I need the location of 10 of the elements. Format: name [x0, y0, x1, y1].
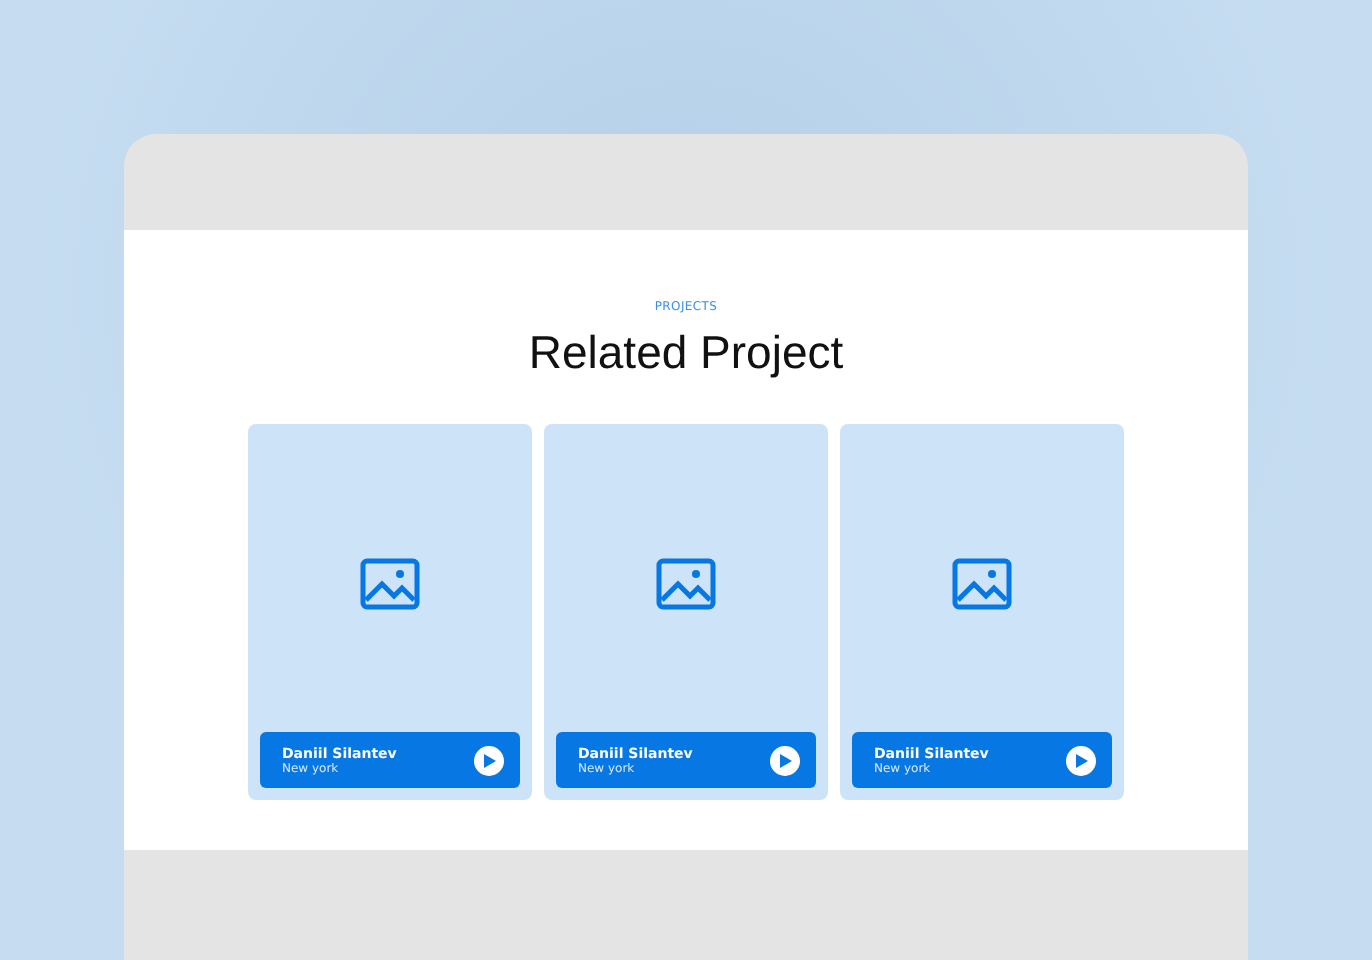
- image-icon: [952, 558, 1012, 610]
- image-icon: [656, 558, 716, 610]
- play-icon: [779, 753, 791, 767]
- play-icon: [483, 753, 495, 767]
- play-button[interactable]: [770, 745, 800, 775]
- section-title: Related Project: [528, 326, 844, 380]
- image-icon: [360, 558, 420, 610]
- play-icon: [1075, 753, 1087, 767]
- play-button[interactable]: [474, 745, 504, 775]
- play-button[interactable]: [1066, 745, 1096, 775]
